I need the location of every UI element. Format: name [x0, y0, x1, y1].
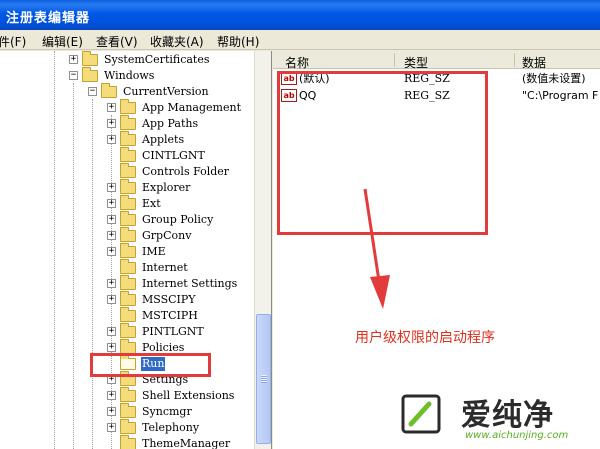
- tree-node-label: Group Policy: [142, 213, 214, 226]
- folder-icon: [120, 435, 136, 449]
- tree-node-label: Controls Folder: [142, 165, 230, 178]
- arrow-down-icon: [363, 188, 390, 309]
- tree-node-label: Telephony: [142, 421, 200, 434]
- expand-icon[interactable]: +: [107, 135, 116, 144]
- folder-icon: [120, 307, 136, 322]
- tree-node-label: Shell Extensions: [142, 389, 235, 402]
- expand-icon[interactable]: +: [107, 423, 116, 432]
- expand-icon[interactable]: +: [107, 407, 116, 416]
- folder-icon: [120, 147, 136, 162]
- arrow-shaft: [363, 188, 381, 282]
- expand-icon[interactable]: +: [69, 55, 78, 64]
- column-header-data[interactable]: 数据: [522, 54, 546, 71]
- column-header-type[interactable]: 类型: [404, 54, 428, 71]
- tree-node-label: App Paths: [142, 117, 199, 130]
- expand-icon[interactable]: +: [107, 295, 116, 304]
- tree-node-label: Windows: [104, 69, 155, 82]
- highlight-box-run-key: [90, 353, 211, 377]
- column-divider[interactable]: [394, 53, 395, 67]
- folder-open-icon: [82, 67, 98, 82]
- watermark-logo: 爱纯净 www.aichunjing.com: [399, 386, 597, 446]
- tree-node-label: MSTCIPH: [142, 309, 198, 322]
- tree-node-label: Internet: [142, 261, 188, 274]
- folder-icon: [120, 275, 136, 290]
- menu-view[interactable]: 查看(V): [96, 33, 138, 50]
- folder-icon: [120, 387, 136, 402]
- arrow-head: [370, 275, 390, 309]
- expand-icon[interactable]: +: [107, 103, 116, 112]
- tree-node-label: App Management: [142, 101, 241, 114]
- tree-guide-line: [73, 83, 74, 449]
- tree-node-label: CurrentVersion: [123, 85, 209, 98]
- tree-node-label: IME: [142, 245, 166, 258]
- column-divider[interactable]: [514, 53, 515, 67]
- tree-node-label: CINTLGNT: [142, 149, 205, 162]
- folder-icon: [120, 163, 136, 178]
- column-header-name[interactable]: 名称: [285, 54, 309, 71]
- logo-mark-icon: [401, 394, 441, 434]
- tree-node-label: SystemCertificates: [104, 53, 210, 66]
- folder-icon: [120, 115, 136, 130]
- scrollbar-thumb[interactable]: [256, 314, 271, 444]
- folder-icon: [120, 323, 136, 338]
- grip-icon: [261, 375, 267, 383]
- registry-tree[interactable]: + SystemCertificates − Windows − Current…: [0, 51, 272, 449]
- expand-icon[interactable]: +: [107, 215, 116, 224]
- expand-icon[interactable]: +: [107, 247, 116, 256]
- expand-icon[interactable]: +: [107, 119, 116, 128]
- tree-guide-line: [54, 51, 55, 449]
- folder-icon: [120, 243, 136, 258]
- folder-icon: [82, 51, 98, 66]
- tree-node-label: ThemeManager: [142, 437, 231, 449]
- folder-icon: [120, 99, 136, 114]
- watermark-url: www.aichunjing.com: [465, 430, 569, 441]
- folder-icon: [120, 211, 136, 226]
- window-title: 注册表编辑器: [6, 11, 91, 26]
- collapse-icon[interactable]: −: [88, 87, 97, 96]
- tree-node-label: Internet Settings: [142, 277, 238, 290]
- tree-node-label: MSSCIPY: [142, 293, 196, 306]
- menu-help[interactable]: 帮助(H): [217, 33, 259, 50]
- folder-icon: [120, 419, 136, 434]
- tree-scrollbar[interactable]: [254, 51, 271, 449]
- value-data: "C:\Program F: [522, 89, 599, 102]
- column-header: 名称 类型 数据: [273, 51, 600, 71]
- folder-icon: [120, 227, 136, 242]
- folder-icon: [120, 179, 136, 194]
- menu-edit[interactable]: 编辑(E): [42, 33, 83, 50]
- expand-icon[interactable]: +: [107, 343, 116, 352]
- menu-file[interactable]: 件(F): [0, 33, 26, 50]
- expand-icon[interactable]: +: [107, 327, 116, 336]
- value-data: (数值未设置): [522, 72, 586, 85]
- watermark-name: 爱纯净: [461, 398, 554, 433]
- title-bar: 注册表编辑器: [0, 0, 600, 30]
- folder-icon: [120, 291, 136, 306]
- tree-node-label: Syncmgr: [142, 405, 192, 418]
- expand-icon[interactable]: +: [107, 279, 116, 288]
- annotation-text: 用户级权限的启动程序: [355, 330, 495, 346]
- folder-icon: [120, 131, 136, 146]
- folder-icon: [120, 403, 136, 418]
- folder-icon: [120, 259, 136, 274]
- folder-open-icon: [101, 83, 117, 98]
- tree-node-label: Ext: [142, 197, 161, 210]
- collapse-icon[interactable]: −: [69, 71, 78, 80]
- expand-icon[interactable]: +: [107, 183, 116, 192]
- expand-icon[interactable]: +: [107, 231, 116, 240]
- expand-icon[interactable]: +: [107, 391, 116, 400]
- expand-icon[interactable]: +: [107, 199, 116, 208]
- menu-bar: 件(F) 编辑(E) 查看(V) 收藏夹(A) 帮助(H): [0, 30, 600, 50]
- menu-favorites[interactable]: 收藏夹(A): [150, 33, 204, 50]
- tree-node-label: GrpConv: [142, 229, 192, 242]
- tree-node-label: Explorer: [142, 181, 191, 194]
- tree-node-label: PINTLGNT: [142, 325, 204, 338]
- folder-icon: [120, 195, 136, 210]
- tree-node-label: Applets: [142, 133, 185, 146]
- tree-guide-line: [92, 99, 93, 449]
